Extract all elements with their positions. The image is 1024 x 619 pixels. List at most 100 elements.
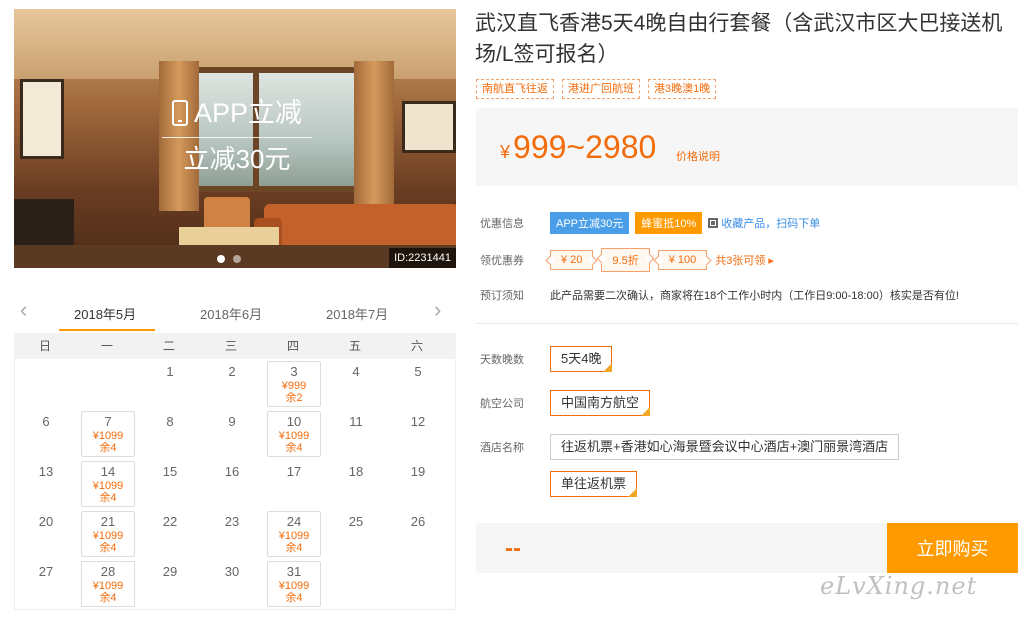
calendar-day: 6 <box>15 409 77 459</box>
day-number: 29 <box>162 564 178 579</box>
active-month-underline <box>59 329 155 331</box>
calendar-day <box>15 359 77 409</box>
calendar-day: 29 <box>139 559 201 609</box>
calendar-day: 11 <box>325 409 387 459</box>
weekday-label: 五 <box>348 339 361 353</box>
day-number: 11 <box>349 414 363 429</box>
calendar-day-available[interactable]: 7 ¥1099 余4 <box>77 409 139 459</box>
day-remaining: 余4 <box>285 542 303 554</box>
airline-option[interactable]: 中国南方航空 <box>550 390 651 416</box>
calendar-day: 20 <box>15 509 77 559</box>
day-number: 20 <box>38 514 54 529</box>
hotel-option-row-2: 单往返机票 <box>550 471 638 497</box>
app-promo-text: APP立减 <box>193 98 303 128</box>
calendar-day: 5 <box>387 359 449 409</box>
hotel-option-package[interactable]: 往返机票+香港如心海景暨会议中心酒店+澳门丽景湾酒店 <box>550 434 900 460</box>
coffee-table <box>179 227 279 245</box>
product-tag: 港进广回航班 <box>562 79 640 99</box>
coupons-label: 领优惠券 <box>480 255 524 267</box>
day-price: ¥1099 <box>278 430 310 442</box>
coupon-20[interactable]: ¥ 20 <box>550 250 594 270</box>
day-number: 8 <box>166 414 174 429</box>
calendar-day: 26 <box>387 509 449 559</box>
qr-code-icon <box>708 218 719 228</box>
offers-label: 优惠信息 <box>480 218 524 230</box>
carousel-dot[interactable] <box>233 255 241 263</box>
weekday-label: 四 <box>286 339 299 353</box>
day-number: 24 <box>286 514 302 529</box>
curtain-right <box>354 61 394 211</box>
day-number: 14 <box>100 464 116 479</box>
day-number: 4 <box>352 364 360 379</box>
day-number: 6 <box>42 414 50 429</box>
day-number: 9 <box>228 414 236 429</box>
calendar-day-available[interactable]: 31 ¥1099 余4 <box>263 559 325 609</box>
calendar-day-available[interactable]: 21 ¥1099 余4 <box>77 509 139 559</box>
day-price: ¥1099 <box>92 430 124 442</box>
day-number: 22 <box>162 514 178 529</box>
coupon-100[interactable]: ¥ 100 <box>657 250 708 270</box>
day-number: 16 <box>224 464 240 479</box>
weekday-label: 一 <box>100 339 113 353</box>
calendar-day-available[interactable]: 14 ¥1099 余4 <box>77 459 139 509</box>
day-number: 2 <box>228 364 236 379</box>
section-divider <box>476 323 1018 324</box>
airline-option-row: 航空公司 中国南方航空 <box>480 390 651 416</box>
day-number: 26 <box>410 514 426 529</box>
month-tab-may[interactable]: 2018年5月 <box>74 304 136 323</box>
calendar-day: 15 <box>139 459 201 509</box>
product-tag: 港3晚澳1晚 <box>648 79 717 99</box>
coupon-95-discount[interactable]: 9.5折 <box>601 248 650 272</box>
app-promo-overlay: APP立减 立减30元 <box>152 97 322 174</box>
price-explain-link[interactable]: 价格说明 <box>676 148 720 164</box>
day-number: 28 <box>100 564 116 579</box>
calendar-day: 9 <box>201 409 263 459</box>
booking-notice-text: 此产品需要二次确认，商家将在18个工作小时内（工作日9:00-18:00）核实是… <box>550 290 959 302</box>
calendar-day-available[interactable]: 28 ¥1099 余4 <box>77 559 139 609</box>
hotel-option-row: 酒店名称 往返机票+香港如心海景暨会议中心酒店+澳门丽景湾酒店 <box>480 434 900 460</box>
calendar-day: 30 <box>201 559 263 609</box>
day-price: ¥1099 <box>92 580 124 592</box>
month-tab-july[interactable]: 2018年7月 <box>326 304 388 323</box>
calendar-day: 22 <box>139 509 201 559</box>
calendar-day <box>77 359 139 409</box>
calendar-day-available[interactable]: 3 ¥999 余2 <box>263 359 325 409</box>
month-tab-june[interactable]: 2018年6月 <box>200 304 262 323</box>
calendar-day: 12 <box>387 409 449 459</box>
calendar-day-available[interactable]: 10 ¥1099 余4 <box>263 409 325 459</box>
day-remaining: 余4 <box>99 492 117 504</box>
day-remaining: 余4 <box>99 592 117 604</box>
day-price: ¥1099 <box>92 480 124 492</box>
product-id-badge: ID:2231441 <box>389 248 456 268</box>
calendar-day: 23 <box>201 509 263 559</box>
day-remaining: 余4 <box>285 442 303 454</box>
app-discount-badge: APP立减30元 <box>550 212 630 234</box>
product-image-carousel[interactable]: APP立减 立减30元 ID:2231441 <box>14 9 456 268</box>
collect-product-link[interactable]: 收藏产品，扫码下单 <box>708 215 820 231</box>
booking-notice-label: 预订须知 <box>480 290 524 302</box>
days-option[interactable]: 5天4晚 <box>550 346 613 372</box>
day-remaining: 余2 <box>285 392 303 404</box>
buy-now-button[interactable]: 立即购买 <box>887 523 1018 573</box>
app-promo-line1: APP立减 <box>152 97 322 129</box>
day-price: ¥1099 <box>92 530 124 542</box>
calendar-day: 16 <box>201 459 263 509</box>
next-month-arrow-icon[interactable]: › <box>434 299 448 321</box>
calendar-day-available[interactable]: 24 ¥1099 余4 <box>263 509 325 559</box>
coupons-more-link[interactable]: 共3张可领 ▸ <box>715 252 774 268</box>
calendar-day: 27 <box>15 559 77 609</box>
prev-month-arrow-icon[interactable]: ‹ <box>20 299 34 321</box>
hotel-label: 酒店名称 <box>480 442 524 454</box>
price-currency: ¥ <box>500 142 511 162</box>
promo-divider <box>162 137 312 138</box>
calendar-day: 17 <box>263 459 325 509</box>
calendar-day: 19 <box>387 459 449 509</box>
weekday-label: 日 <box>38 339 51 353</box>
calendar-weekday-header: 日 一 二 三 四 五 六 <box>14 333 456 359</box>
price-calendar: ‹ 2018年5月 2018年6月 2018年7月 › 日 一 二 三 四 五 … <box>14 296 456 610</box>
hotel-option-flight-only[interactable]: 单往返机票 <box>550 471 638 497</box>
day-number: 7 <box>104 414 112 429</box>
days-label: 天数晚数 <box>480 354 524 366</box>
carousel-dot[interactable] <box>217 255 225 263</box>
price-range: 999~2980 <box>513 129 657 165</box>
